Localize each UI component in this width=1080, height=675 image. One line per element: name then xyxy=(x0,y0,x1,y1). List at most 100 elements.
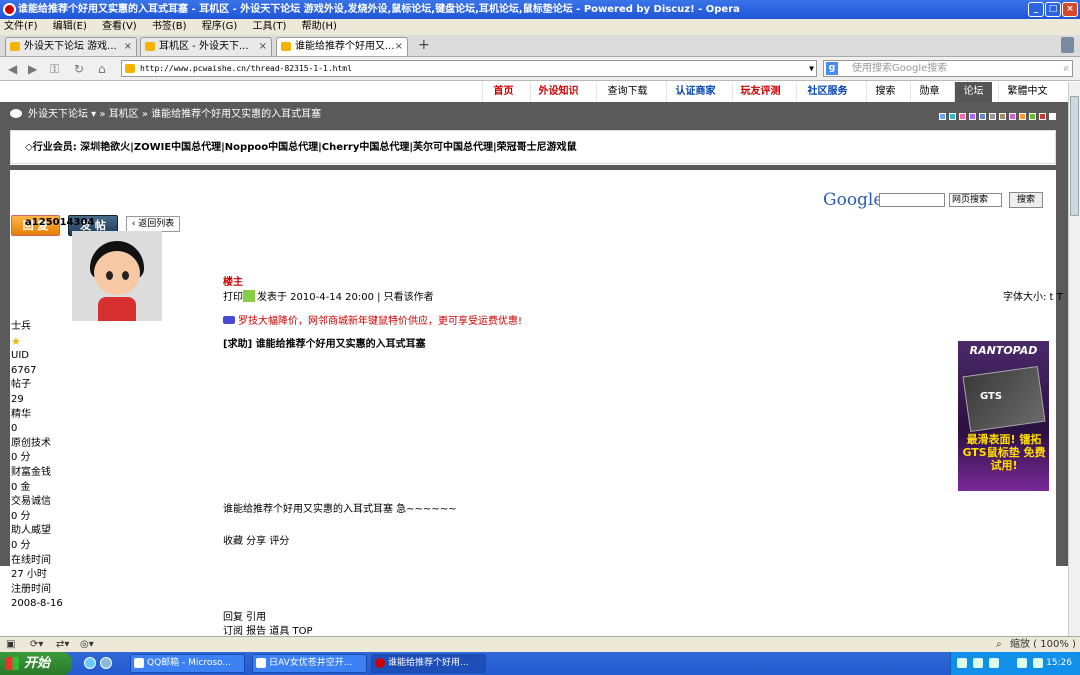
close-tab-icon[interactable]: × xyxy=(395,38,403,56)
breadcrumb-section[interactable]: » 耳机区 » xyxy=(99,109,148,120)
search-field[interactable]: g 使用搜索Google搜索 ⌕ xyxy=(823,60,1073,77)
ie-icon[interactable] xyxy=(84,657,96,669)
share-icon[interactable]: ⇄▾ xyxy=(56,637,69,652)
taskbar-item-label: QQ邮箱 - Microso... xyxy=(147,658,231,668)
color-swatch[interactable] xyxy=(1019,113,1026,120)
taskbar-item[interactable]: 日AV女优苍井空开... xyxy=(252,654,367,673)
browser-tab[interactable]: 外设天下论坛 游戏... × xyxy=(5,37,137,56)
color-swatch[interactable] xyxy=(1039,113,1046,120)
page-content: 首页 外设知识 查询下载 认证商家 玩友评测 社区服务 搜索 勋章 论坛 繁體中… xyxy=(0,82,1068,636)
app-icon xyxy=(134,658,144,668)
window-title-bar: 谁能给推荐个好用又实惠的入耳式耳塞 - 耳机区 - 外设天下论坛 游戏外设,发烧… xyxy=(0,0,1080,19)
menu-bookmarks[interactable]: 书签(B) xyxy=(152,21,187,32)
favicon-icon xyxy=(145,42,155,51)
address-url: http://www.pcwaishe.cn/thread-82315-1-1.… xyxy=(140,64,352,73)
menu-edit[interactable]: 编辑(E) xyxy=(53,21,87,32)
favicon-icon xyxy=(125,64,135,73)
start-button[interactable]: 开始 xyxy=(0,652,72,675)
opera-icon xyxy=(3,3,16,16)
nav-download[interactable]: 查询下载 xyxy=(596,82,658,102)
volume-icon[interactable] xyxy=(1033,658,1043,668)
nav-search[interactable]: 搜索 xyxy=(866,82,904,102)
turbo-icon[interactable]: ◎▾ xyxy=(80,637,94,652)
menu-tools[interactable]: 工具(T) xyxy=(253,21,287,32)
divider xyxy=(10,165,1056,170)
menu-file[interactable]: 文件(F) xyxy=(4,21,38,32)
color-swatch[interactable] xyxy=(979,113,986,120)
search-placeholder: 使用搜索Google搜索 xyxy=(852,63,948,74)
keyboard-icon[interactable] xyxy=(957,658,967,668)
windows-flag-icon xyxy=(6,657,19,670)
clock: 15:26 xyxy=(1046,658,1072,668)
color-swatch[interactable] xyxy=(959,113,966,120)
breadcrumb-home[interactable]: 外设天下论坛 xyxy=(28,109,88,120)
panel-toggle-icon[interactable]: ▣ xyxy=(6,637,15,652)
site-nav: 首页 外设知识 查询下载 认证商家 玩友评测 社区服务 搜索 勋章 论坛 繁體中… xyxy=(0,82,1068,102)
menu-view[interactable]: 查看(V) xyxy=(102,21,137,32)
taskbar-item-active[interactable]: 谁能给推荐个好用... xyxy=(371,654,486,673)
forward-icon[interactable]: ▶ xyxy=(28,62,37,76)
reload-icon[interactable]: ↻ xyxy=(74,62,84,76)
browser-tab-active[interactable]: 谁能给推荐个好用又... × xyxy=(276,37,408,56)
status-bar: ▣ ⟳▾ ⇄▾ ◎▾ ⌕ 缩放 ( 100% ) xyxy=(0,636,1080,652)
scrollbar-thumb[interactable] xyxy=(1070,96,1079,216)
zoom-icon[interactable]: ⌕ xyxy=(996,637,1002,652)
help-icon[interactable] xyxy=(973,658,983,668)
zoom-level[interactable]: 缩放 ( 100% ) xyxy=(1010,637,1076,652)
color-swatch[interactable] xyxy=(989,113,996,120)
menu-bar: 文件(F) 编辑(E) 查看(V) 书签(B) 程序(G) 工具(T) 帮助(H… xyxy=(0,19,1080,35)
back-arrow-icon[interactable] xyxy=(1017,658,1027,668)
nav-community[interactable]: 社区服务 xyxy=(796,82,858,102)
taskbar-item[interactable]: QQ邮箱 - Microso... xyxy=(130,654,245,673)
color-swatch[interactable] xyxy=(949,113,956,120)
favicon-icon xyxy=(281,42,291,51)
address-bar[interactable]: http://www.pcwaishe.cn/thread-82315-1-1.… xyxy=(121,60,817,77)
key-icon[interactable]: ⚿ xyxy=(50,62,59,77)
back-icon[interactable]: ◀ xyxy=(8,62,17,76)
color-swatch[interactable] xyxy=(1049,113,1056,120)
network-icon[interactable] xyxy=(989,658,999,668)
trash-icon[interactable] xyxy=(1061,37,1074,53)
new-tab-icon[interactable]: + xyxy=(418,37,430,53)
color-swatch[interactable] xyxy=(1029,113,1036,120)
app-icon xyxy=(256,658,266,668)
member-notice: ◇行业会员: 深圳艳欲火|ZOWIE中国总代理|Noppoo中国总代理|Cher… xyxy=(10,130,1056,164)
breadcrumb: 外设天下论坛 ▾ » 耳机区 » 谁能给推荐个好用又实惠的入耳式耳塞 xyxy=(10,107,321,123)
taskbar-item-label: 日AV女优苍井空开... xyxy=(269,658,353,668)
vertical-scrollbar[interactable] xyxy=(1068,82,1080,636)
nav-forum[interactable]: 论坛 xyxy=(954,82,992,102)
home-icon[interactable]: ⌂ xyxy=(98,62,106,76)
system-tray: 15:26 xyxy=(950,652,1080,675)
color-swatch[interactable] xyxy=(1009,113,1016,120)
taskbar-item-label: 谁能给推荐个好用... xyxy=(388,658,469,668)
nav-knowledge[interactable]: 外设知识 xyxy=(530,82,586,102)
color-swatches xyxy=(936,112,1056,123)
nav-medals[interactable]: 勋章 xyxy=(910,82,948,102)
nav-home[interactable]: 首页 xyxy=(482,82,524,102)
quicklaunch-icon[interactable] xyxy=(100,657,112,669)
nav-traditional[interactable]: 繁體中文 xyxy=(998,82,1056,102)
minimize-button[interactable]: _ xyxy=(1028,2,1044,17)
navigation-bar: ◀ ▶ ⚿ ↻ ⌂ http://www.pcwaishe.cn/thread-… xyxy=(0,57,1080,81)
close-tab-icon[interactable]: × xyxy=(259,38,267,56)
favicon-icon xyxy=(10,42,20,51)
tab-label: 外设天下论坛 游戏... xyxy=(24,41,117,52)
menu-help[interactable]: 帮助(H) xyxy=(302,21,337,32)
menu-programs[interactable]: 程序(G) xyxy=(202,21,238,32)
color-swatch[interactable] xyxy=(969,113,976,120)
tab-bar: 外设天下论坛 游戏... × 耳机区 - 外设天下... × 谁能给推荐个好用又… xyxy=(0,35,1080,57)
nav-merchants[interactable]: 认证商家 xyxy=(666,82,724,102)
maximize-button[interactable]: □ xyxy=(1045,2,1061,17)
color-swatch[interactable] xyxy=(939,113,946,120)
color-swatch[interactable] xyxy=(999,113,1006,120)
nav-reviews[interactable]: 玩友评测 xyxy=(732,82,788,102)
chevron-down-icon[interactable]: ▼ xyxy=(809,61,814,76)
window-title: 谁能给推荐个好用又实惠的入耳式耳塞 - 耳机区 - 外设天下论坛 游戏外设,发烧… xyxy=(18,4,740,15)
google-icon: g xyxy=(826,62,838,75)
sync-icon[interactable]: ⟳▾ xyxy=(30,637,43,652)
search-icon[interactable]: ⌕ xyxy=(1063,61,1069,76)
close-button[interactable]: × xyxy=(1062,2,1078,17)
breadcrumb-thread: 谁能给推荐个好用又实惠的入耳式耳塞 xyxy=(151,109,322,120)
close-tab-icon[interactable]: × xyxy=(124,38,132,56)
browser-tab[interactable]: 耳机区 - 外设天下... × xyxy=(140,37,272,56)
